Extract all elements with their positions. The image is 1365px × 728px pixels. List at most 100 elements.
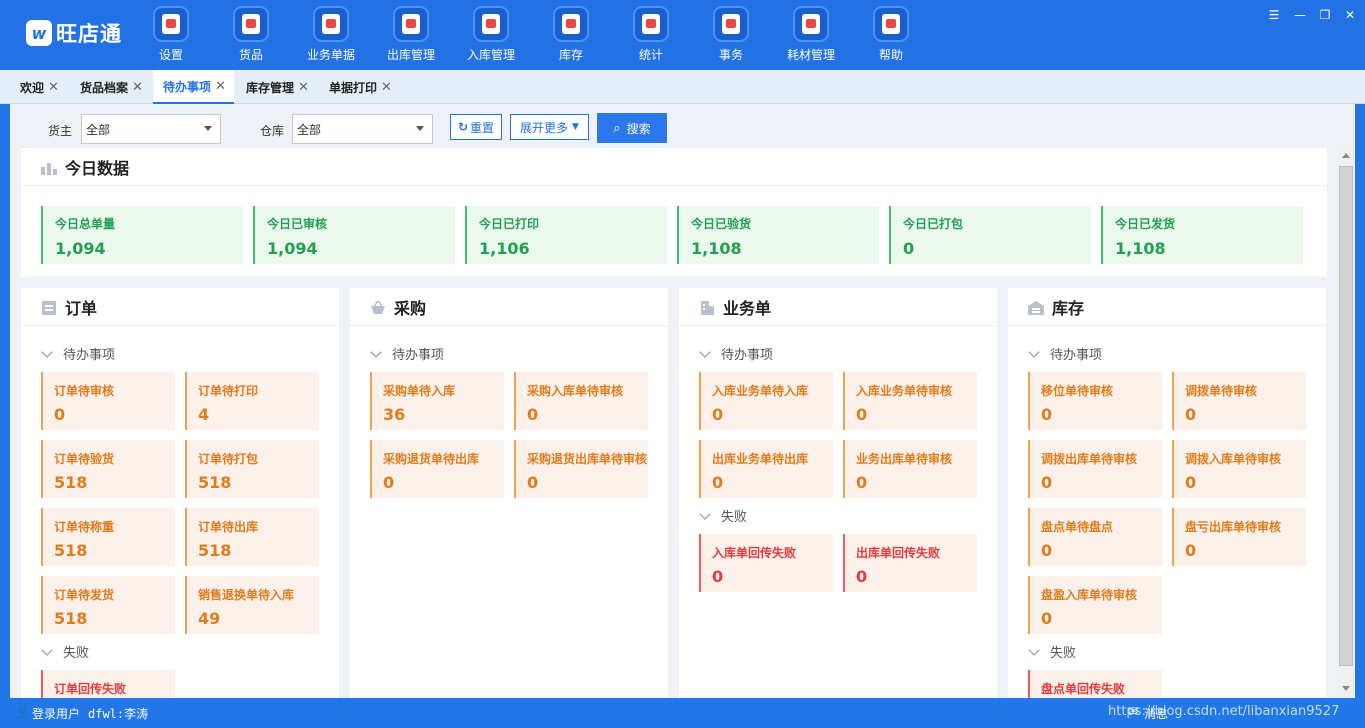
todo-value: 518	[54, 473, 88, 492]
todo-card[interactable]: 订单待称重 518	[41, 508, 175, 566]
todo-label: 订单待打印	[198, 384, 259, 398]
section-label: 失败	[721, 510, 748, 525]
todo-value: 0	[856, 405, 868, 424]
todo-label: 出库业务单待出库	[712, 452, 809, 466]
nav-settings[interactable]: 设置	[131, 6, 211, 66]
orders-failed-toggle[interactable]: 失败	[41, 642, 89, 661]
goods-icon	[233, 6, 269, 42]
vertical-scrollbar[interactable]	[1337, 148, 1355, 698]
todo-card[interactable]: 盘盈入库单待审核 0	[1028, 576, 1162, 634]
todo-label: 采购退货出库单待审核	[527, 452, 648, 466]
nav-inbound[interactable]: 入库管理	[451, 6, 531, 66]
section-label: 待办事项	[392, 348, 445, 363]
refresh-icon: ↻	[457, 120, 469, 134]
orders-panel: 订单 待办事项 订单待审核 0 订单待打印 4 订单待验货 518 订单待打包 518 …	[21, 288, 339, 698]
close-icon[interactable]: ✕	[1342, 8, 1358, 22]
nav-goods[interactable]: 货品	[211, 6, 291, 66]
failed-card[interactable]: 盘点单回传失败	[1028, 670, 1162, 698]
nav-statistics[interactable]: 统计	[611, 6, 691, 66]
tab-goods-archive[interactable]: 货品档案 ✕	[70, 70, 151, 104]
reset-button[interactable]: ↻ 重置	[450, 114, 502, 140]
nav-business-docs[interactable]: 业务单据	[291, 6, 371, 66]
minimize-icon[interactable]: —	[1292, 8, 1308, 22]
todo-card[interactable]: 订单待发货 518	[41, 576, 175, 634]
purchase-title: 采购	[394, 298, 427, 318]
todo-card[interactable]: 盘亏出库单待审核 0	[1172, 508, 1306, 566]
todo-card[interactable]: 入库业务单待入库 0	[699, 372, 833, 430]
todo-card[interactable]: 采购退货单待出库 0	[370, 440, 504, 498]
help-icon	[873, 6, 909, 42]
failed-card[interactable]: 订单回传失败	[41, 670, 175, 698]
todo-value: 0	[712, 473, 724, 492]
filter-bar: 货主 全部 仓库 全部 ↻ 重置 展开更多 ▼ ⌕ 搜索	[10, 104, 1355, 146]
todo-card[interactable]: 盘点单待盘点 0	[1028, 508, 1162, 566]
todo-card[interactable]: 订单待审核 0	[41, 372, 175, 430]
todo-card[interactable]: 采购退货出库单待审核 0	[514, 440, 648, 498]
close-icon[interactable]: ✕	[298, 80, 309, 95]
watermark: https://blog.csdn.net/libanxian9527	[1108, 704, 1340, 719]
todo-card[interactable]: 销售退换单待入库 49	[185, 576, 319, 634]
owner-label: 货主	[48, 124, 73, 138]
todo-card[interactable]: 移位单待审核 0	[1028, 372, 1162, 430]
todo-card[interactable]: 调拨入库单待审核 0	[1172, 440, 1306, 498]
todo-card[interactable]: 采购单待入库 36	[370, 372, 504, 430]
stat-label: 今日已打包	[903, 217, 964, 231]
failed-label: 盘点单回传失败	[1041, 682, 1126, 696]
todo-card[interactable]: 订单待打包 518	[185, 440, 319, 498]
tab-inventory-management[interactable]: 库存管理 ✕	[236, 70, 317, 104]
todo-label: 订单待出库	[198, 520, 259, 534]
scroll-down-icon[interactable]	[1342, 686, 1350, 691]
nav-help[interactable]: 帮助	[851, 6, 931, 66]
stock-pending-toggle[interactable]: 待办事项	[1028, 344, 1102, 363]
nav-label: 设置	[158, 48, 183, 62]
purchase-pending-toggle[interactable]: 待办事项	[370, 344, 445, 363]
chevron-down-icon	[1028, 345, 1040, 358]
scroll-up-icon[interactable]	[1342, 153, 1350, 158]
menu-icon[interactable]: ☰	[1266, 8, 1282, 22]
todo-label: 订单待审核	[54, 384, 115, 398]
expand-more-button[interactable]: 展开更多 ▼	[510, 114, 589, 140]
orders-title: 订单	[65, 298, 98, 318]
close-icon[interactable]: ✕	[381, 80, 392, 95]
consumables-icon	[793, 6, 829, 42]
todo-card[interactable]: 业务出库单待审核 0	[843, 440, 977, 498]
owner-select[interactable]: 全部	[81, 114, 221, 144]
todo-label: 业务出库单待审核	[856, 452, 953, 466]
todo-label: 盘亏出库单待审核	[1185, 520, 1282, 534]
orders-header: 订单	[21, 288, 339, 326]
todo-label: 采购单待入库	[383, 384, 456, 398]
nav-inventory[interactable]: 库存	[531, 6, 611, 66]
tab-doc-print[interactable]: 单据打印 ✕	[319, 70, 400, 104]
orders-pending-toggle[interactable]: 待办事项	[41, 344, 116, 363]
todo-value: 0	[1041, 609, 1053, 628]
todo-card[interactable]: 订单待打印 4	[185, 372, 319, 430]
todo-card[interactable]: 订单待验货 518	[41, 440, 175, 498]
tab-label: 待办事项	[163, 79, 212, 94]
scrollbar-thumb[interactable]	[1339, 166, 1353, 666]
todo-card[interactable]: 调拨出库单待审核 0	[1028, 440, 1162, 498]
nav-consumables[interactable]: 耗材管理	[771, 6, 851, 66]
failed-card[interactable]: 出库单回传失败 0	[843, 534, 977, 592]
stat-card: 今日已审核 1,094	[253, 206, 455, 264]
business-failed-toggle[interactable]: 失败	[699, 506, 748, 525]
todo-card[interactable]: 订单待出库 518	[185, 508, 319, 566]
close-icon[interactable]: ✕	[215, 79, 226, 94]
close-icon[interactable]: ✕	[132, 80, 143, 95]
business-pending-toggle[interactable]: 待办事项	[699, 344, 773, 363]
search-button[interactable]: ⌕ 搜索	[597, 113, 667, 143]
todo-card[interactable]: 调拨单待审核 0	[1172, 372, 1306, 430]
tab-welcome[interactable]: 欢迎 ✕	[10, 70, 67, 104]
close-icon[interactable]: ✕	[48, 80, 59, 95]
nav-affairs[interactable]: 事务	[691, 6, 771, 66]
warehouse-select[interactable]: 全部	[292, 114, 433, 144]
todo-card[interactable]: 入库业务单待审核 0	[843, 372, 977, 430]
logo-icon: w	[26, 20, 52, 46]
failed-card[interactable]: 入库单回传失败 0	[699, 534, 833, 592]
section-label: 待办事项	[63, 348, 116, 363]
todo-card[interactable]: 出库业务单待出库 0	[699, 440, 833, 498]
nav-outbound[interactable]: 出库管理	[371, 6, 451, 66]
tab-todo[interactable]: 待办事项 ✕	[153, 70, 234, 104]
stock-failed-toggle[interactable]: 失败	[1028, 642, 1076, 661]
todo-card[interactable]: 采购入库单待审核 0	[514, 372, 648, 430]
restore-icon[interactable]: ❐	[1317, 8, 1333, 22]
